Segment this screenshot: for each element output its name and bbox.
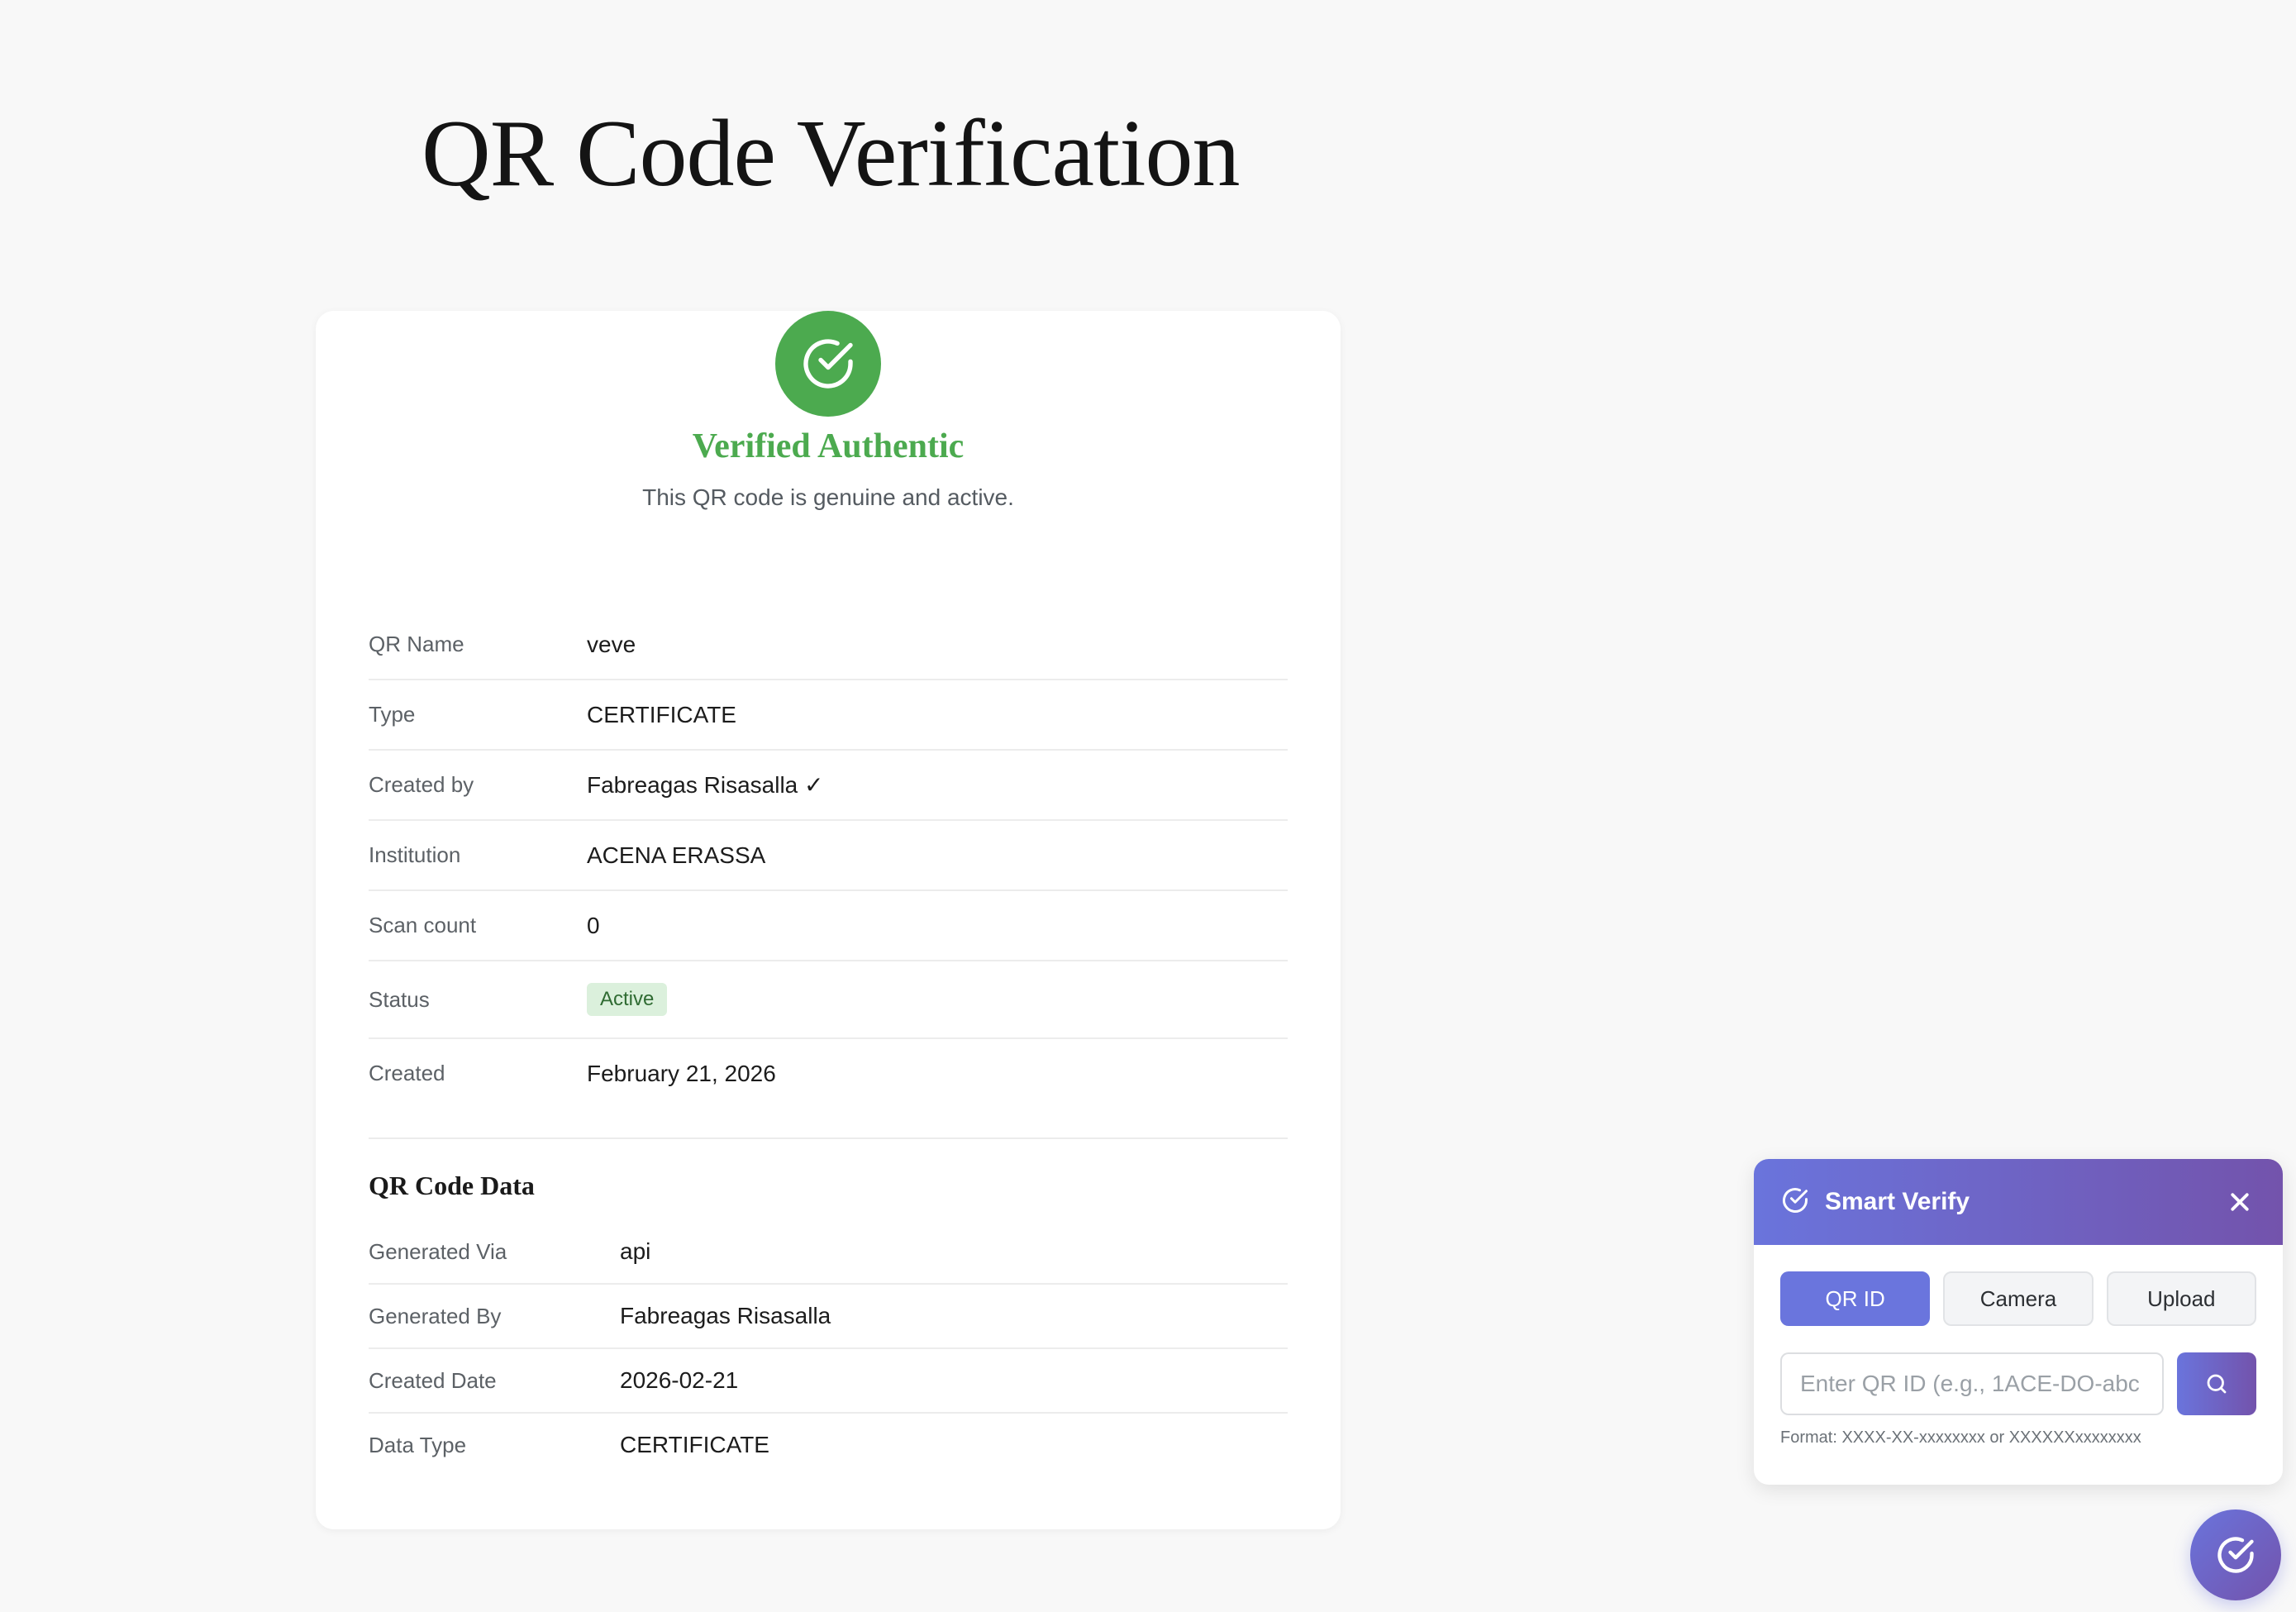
tab-camera[interactable]: Camera	[1943, 1271, 2094, 1326]
check-circle-icon	[2217, 1537, 2254, 1573]
data-value: CERTIFICATE	[620, 1432, 769, 1457]
data-label: Generated By	[369, 1303, 502, 1328]
verification-card: Verified Authentic This QR code is genui…	[316, 311, 1341, 1529]
data-label: Generated Via	[369, 1238, 507, 1264]
qr-id-input[interactable]	[1780, 1352, 2164, 1415]
detail-label: Scan count	[369, 913, 477, 937]
widget-title: Smart Verify	[1825, 1188, 1970, 1215]
detail-row-scan-count: Scan count 0	[369, 891, 1288, 961]
data-row-data-type: Data Type CERTIFICATE	[369, 1414, 1288, 1476]
verified-title: Verified Authentic	[692, 427, 965, 465]
detail-row-type: Type CERTIFICATE	[369, 680, 1288, 751]
format-hint: Format: XXXX-XX-xxxxxxxx or XXXXXXxxxxxx…	[1780, 1428, 2141, 1447]
detail-value: ACENA ERASSA	[587, 842, 766, 868]
qr-data-table: Generated Via api Generated By Fabreagas…	[369, 1220, 1288, 1476]
detail-label: Institution	[369, 842, 461, 867]
widget-tabs: QR ID Camera Upload	[1754, 1245, 2283, 1326]
page-title: QR Code Verification	[422, 101, 1240, 207]
detail-value: 0	[587, 912, 600, 938]
detail-label: Created	[369, 1061, 445, 1085]
detail-row-created-by: Created by Fabreagas Risasalla ✓	[369, 751, 1288, 821]
data-value: 2026-02-21	[620, 1367, 739, 1393]
tab-qr-id[interactable]: QR ID	[1780, 1271, 1931, 1326]
data-row-generated-by: Generated By Fabreagas Risasalla	[369, 1285, 1288, 1349]
check-circle-icon	[775, 311, 881, 417]
widget-header: Smart Verify	[1754, 1159, 2283, 1245]
detail-row-institution: Institution ACENA ERASSA	[369, 821, 1288, 891]
detail-value: veve	[587, 631, 636, 657]
data-label: Data Type	[369, 1432, 467, 1457]
status-badge: Active	[587, 983, 668, 1016]
widget-search-row	[1754, 1326, 2283, 1415]
detail-value: Fabreagas Risasalla ✓	[587, 772, 824, 798]
close-icon[interactable]	[2223, 1185, 2256, 1219]
detail-label: Status	[369, 986, 430, 1012]
qr-details-table: QR Name veve Type CERTIFICATE Created by…	[369, 610, 1288, 1108]
data-value: api	[620, 1238, 651, 1264]
tab-upload[interactable]: Upload	[2106, 1271, 2256, 1326]
detail-row-qr-name: QR Name veve	[369, 610, 1288, 680]
detail-label: QR Name	[369, 632, 464, 656]
check-circle-icon	[1780, 1185, 1810, 1219]
verified-subtitle: This QR code is genuine and active.	[642, 484, 1014, 510]
detail-label: Type	[369, 702, 416, 727]
search-button[interactable]	[2177, 1352, 2256, 1415]
detail-value: Active	[587, 983, 668, 1016]
data-row-generated-via: Generated Via api	[369, 1220, 1288, 1285]
search-icon	[2207, 1374, 2227, 1394]
qr-data-section-title: QR Code Data	[369, 1171, 535, 1200]
data-row-created-date: Created Date 2026-02-21	[369, 1349, 1288, 1414]
data-label: Created Date	[369, 1367, 497, 1393]
section-divider	[369, 1137, 1288, 1139]
smart-verify-widget: Smart Verify QR ID Camera Upload Format:…	[1754, 1159, 2283, 1485]
detail-value: February 21, 2026	[587, 1060, 776, 1086]
detail-row-created: Created February 21, 2026	[369, 1039, 1288, 1108]
detail-row-status: Status Active	[369, 961, 1288, 1039]
detail-label: Created by	[369, 772, 474, 797]
data-value: Fabreagas Risasalla	[620, 1303, 831, 1328]
smart-verify-fab[interactable]	[2190, 1509, 2281, 1600]
detail-value: CERTIFICATE	[587, 701, 736, 727]
